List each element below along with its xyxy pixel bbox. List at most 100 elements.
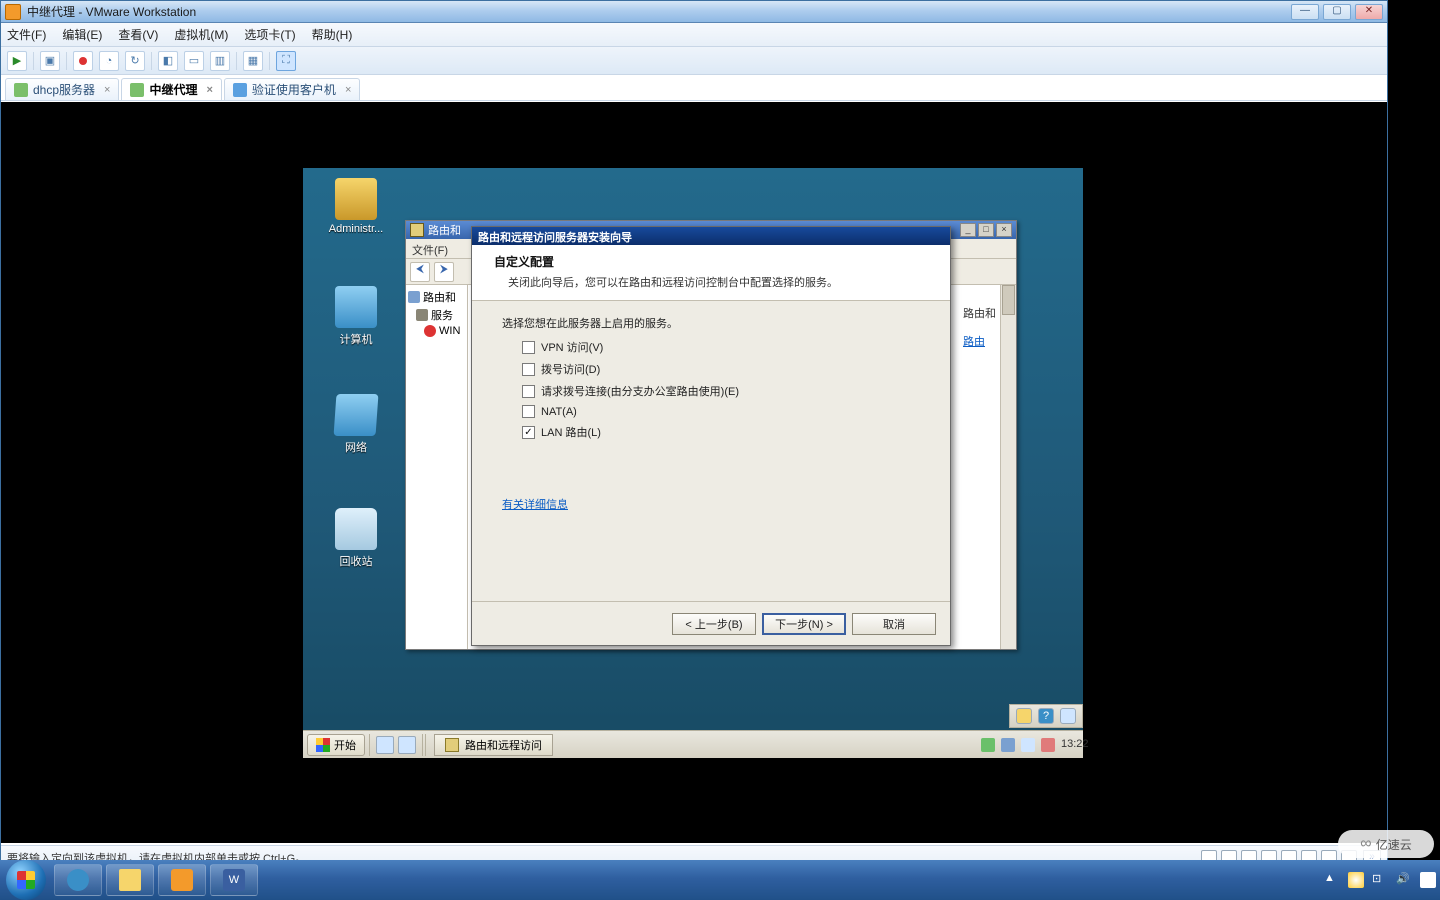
vmware-toolbar: ▶ ▣ ◔ ↻ ◧ ▭ ▥ ▦ ⛶ xyxy=(1,47,1387,75)
vm-icon xyxy=(130,83,144,97)
maximize-button[interactable]: □ xyxy=(978,223,994,237)
clock-icon[interactable]: ◔ xyxy=(99,51,119,71)
menu-tabs[interactable]: 选项卡(T) xyxy=(244,26,295,43)
close-icon[interactable]: × xyxy=(345,84,351,96)
tray-icon[interactable] xyxy=(1021,738,1035,752)
forward-icon[interactable]: ⮞ xyxy=(434,262,454,282)
close-icon[interactable]: × xyxy=(206,84,212,96)
tree-icon xyxy=(408,291,420,303)
mmc-link[interactable]: 路由 xyxy=(963,336,985,348)
taskbar-explorer[interactable] xyxy=(106,864,154,896)
guest-desktop[interactable]: Administr... 计算机 网络 回收站 ? xyxy=(303,168,1083,758)
cancel-button[interactable]: 取消 xyxy=(852,613,936,635)
view2-icon[interactable]: ▭ xyxy=(184,51,204,71)
volume-icon[interactable]: 🔊 xyxy=(1396,872,1412,888)
more-info-link[interactable]: 有关详细信息 xyxy=(502,496,568,512)
ime-icon[interactable] xyxy=(1420,872,1436,888)
tab-client[interactable]: 验证使用客户机 × xyxy=(224,78,360,100)
taskbar-vmware[interactable] xyxy=(158,864,206,896)
next-button[interactable]: 下一步(N) > xyxy=(762,613,846,635)
separator xyxy=(66,52,67,70)
record-icon[interactable] xyxy=(73,51,93,71)
menu-edit[interactable]: 编辑(E) xyxy=(62,26,102,43)
vm-icon xyxy=(233,83,247,97)
checkbox[interactable] xyxy=(522,385,535,398)
fullscreen-icon[interactable]: ⛶ xyxy=(276,51,296,71)
unity-icon[interactable]: ▦ xyxy=(243,51,263,71)
menu-view[interactable]: 查看(V) xyxy=(118,26,158,43)
desktop-icon-network[interactable]: 网络 xyxy=(321,394,391,455)
mmc-menu-file[interactable]: 文件(F) xyxy=(412,245,448,257)
ql-icon[interactable] xyxy=(376,736,394,754)
desktop-icon-computer[interactable]: 计算机 xyxy=(321,286,391,347)
mmc-tree[interactable]: 路由和 服务 WIN xyxy=(406,285,468,649)
checkbox[interactable] xyxy=(522,405,535,418)
tree-server[interactable]: 服务 xyxy=(416,307,465,323)
maximize-button[interactable]: ▢ xyxy=(1323,4,1351,20)
minimize-button[interactable]: — xyxy=(1291,4,1319,20)
lock-icon[interactable] xyxy=(1016,708,1032,724)
vm-viewport[interactable]: Administr... 计算机 网络 回收站 ? xyxy=(1,102,1387,843)
tree-win[interactable]: WIN xyxy=(424,325,465,337)
start-button[interactable]: 开始 xyxy=(307,734,365,756)
taskbar-ie[interactable] xyxy=(54,864,102,896)
desktop-icon-recycle[interactable]: 回收站 xyxy=(321,508,391,569)
action-center-icon[interactable] xyxy=(1348,872,1364,888)
vmware-titlebar[interactable]: 中继代理 - VMware Workstation — ▢ ✕ xyxy=(1,1,1387,23)
taskbar-task-rras[interactable]: 路由和远程访问 xyxy=(434,734,553,756)
network-icon xyxy=(334,394,379,436)
network-icon[interactable]: ⊡ xyxy=(1372,872,1388,888)
taskbar-word[interactable]: W xyxy=(210,864,258,896)
tab-relay[interactable]: 中继代理 × xyxy=(121,78,221,100)
checkbox[interactable] xyxy=(522,363,535,376)
close-button[interactable]: × xyxy=(996,223,1012,237)
wizard-footer: < 上一步(B) 下一步(N) > 取消 xyxy=(472,601,950,645)
tray-icon[interactable] xyxy=(1041,738,1055,752)
icon-label: 回收站 xyxy=(321,553,391,569)
menu-vm[interactable]: 虚拟机(M) xyxy=(174,26,228,43)
option-lan-routing[interactable]: LAN 路由(L) xyxy=(522,424,920,440)
wizard-titlebar[interactable]: 路由和远程访问服务器安装向导 xyxy=(472,227,950,245)
vmware-title: 中继代理 - VMware Workstation xyxy=(27,3,196,20)
wizard-body: 选择您想在此服务器上启用的服务。 VPN 访问(V) 拨号访问(D) 请求拨号连… xyxy=(472,301,950,601)
tab-label: dhcp服务器 xyxy=(33,81,95,98)
snapshot-icon[interactable]: ▣ xyxy=(40,51,60,71)
separator xyxy=(425,734,426,756)
close-icon[interactable]: × xyxy=(104,84,110,96)
checkbox[interactable] xyxy=(522,341,535,354)
back-icon[interactable]: ⮜ xyxy=(410,262,430,282)
replay-icon[interactable]: ↻ xyxy=(125,51,145,71)
option-demand-dial[interactable]: 请求拨号连接(由分支办公室路由使用)(E) xyxy=(522,383,920,399)
clock[interactable]: 13:22 xyxy=(1061,738,1075,752)
power-on-icon[interactable]: ▶ xyxy=(7,51,27,71)
option-nat[interactable]: NAT(A) xyxy=(522,405,920,418)
tray-icon[interactable] xyxy=(1001,738,1015,752)
vmware-window: 中继代理 - VMware Workstation — ▢ ✕ 文件(F) 编辑… xyxy=(0,0,1388,870)
options-icon[interactable] xyxy=(1060,708,1076,724)
vm-icon xyxy=(14,83,28,97)
tab-label: 验证使用客户机 xyxy=(252,81,336,98)
menu-help[interactable]: 帮助(H) xyxy=(312,26,353,43)
minimize-button[interactable]: _ xyxy=(960,223,976,237)
ql-icon[interactable] xyxy=(398,736,416,754)
tab-dhcp[interactable]: dhcp服务器 × xyxy=(5,78,119,100)
view3-icon[interactable]: ▥ xyxy=(210,51,230,71)
windows-flag-icon xyxy=(316,738,330,752)
option-vpn[interactable]: VPN 访问(V) xyxy=(522,339,920,355)
close-button[interactable]: ✕ xyxy=(1355,4,1383,20)
desktop-icon-admin[interactable]: Administr... xyxy=(321,178,391,235)
scrollbar[interactable] xyxy=(1000,285,1016,649)
separator xyxy=(33,52,34,70)
back-button[interactable]: < 上一步(B) xyxy=(672,613,756,635)
scroll-thumb[interactable] xyxy=(1002,285,1015,315)
option-dialup[interactable]: 拨号访问(D) xyxy=(522,361,920,377)
host-systray: ▲ ⊡ 🔊 xyxy=(1324,872,1440,888)
help-icon[interactable]: ? xyxy=(1038,708,1054,724)
menu-file[interactable]: 文件(F) xyxy=(7,26,46,43)
checkbox[interactable] xyxy=(522,426,535,439)
tree-root[interactable]: 路由和 xyxy=(408,289,465,305)
tray-icon[interactable] xyxy=(981,738,995,752)
view1-icon[interactable]: ◧ xyxy=(158,51,178,71)
start-orb[interactable] xyxy=(6,860,46,900)
wizard-subheading: 关闭此向导后，您可以在路由和远程访问控制台中配置选择的服务。 xyxy=(508,274,928,290)
